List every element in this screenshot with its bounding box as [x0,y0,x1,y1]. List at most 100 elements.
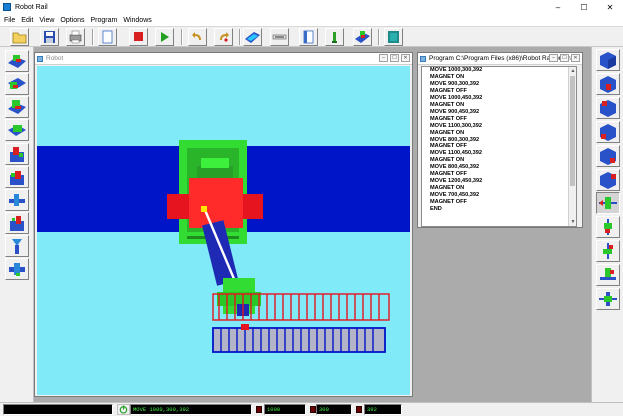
program-line[interactable]: MAGNET ON [422,130,576,137]
rotate-up-icon[interactable] [5,143,29,165]
program-line[interactable]: MAGNET OFF [422,171,576,178]
program-line[interactable]: MAGNET OFF [422,143,576,150]
x-axis-led-icon [256,406,262,413]
view-iso-front-icon[interactable] [5,50,29,72]
camera-bottom-icon[interactable] [596,169,620,191]
power-icon [117,404,130,415]
program-line[interactable]: MAGNET OFF [422,199,576,206]
view-iso-right-icon[interactable] [5,119,29,141]
program-line[interactable]: MAGNET OFF [422,88,576,95]
app-icon [3,3,11,11]
print-icon[interactable] [66,28,85,46]
left-view-toolbar [0,47,34,402]
status-bar: MOVE 1000,300,392 1000 300 392 [0,402,623,416]
view-iso-left-icon[interactable] [5,73,29,95]
x-value: 1000 [267,406,281,413]
robot-scene [37,140,410,353]
run-icon[interactable] [155,28,174,46]
close-button[interactable]: ✕ [597,0,623,14]
scrollbar-thumb[interactable] [570,76,575,186]
program-line[interactable]: MAGNET ON [422,102,576,109]
toolbar-separator [92,29,94,45]
view-iso-back-icon[interactable] [5,96,29,118]
window-title: Robot Rail [15,3,48,11]
scroll-up-icon[interactable]: ▲ [569,67,576,75]
redo-icon[interactable] [214,28,233,46]
program-editor[interactable]: MOVE 1000,300,392 MAGNET ON MOVE 900,300,3… [421,66,577,227]
camera-iso-icon[interactable] [596,49,620,71]
rotate-base-icon[interactable] [596,288,620,310]
blank-page-icon[interactable] [299,28,318,46]
arm-up-icon[interactable] [5,235,29,257]
program-line[interactable]: MOVE 800,300,392 [422,137,576,144]
program-minimize-button[interactable]: – [549,54,558,62]
rotate-right-icon[interactable] [5,212,29,234]
program-lines: MOVE 1000,300,392 MAGNET ON MOVE 900,300,3… [422,67,576,213]
program-maximize-button[interactable]: ☐ [560,54,569,62]
robot-window: Robot – ☐ ✕ [34,52,413,397]
new-program-icon[interactable] [98,28,117,46]
program-line[interactable]: END [422,206,576,213]
rotate-left-icon[interactable] [5,189,29,211]
program-close-button[interactable]: ✕ [571,54,580,62]
title-bar: Robot Rail – ☐ ✕ [0,0,623,14]
save-icon[interactable] [40,28,59,46]
move-axis-x-icon[interactable] [596,192,620,214]
program-line[interactable]: MAGNET OFF [422,116,576,123]
tag-icon[interactable] [384,28,403,46]
stop-icon[interactable] [129,28,148,46]
move-axis-y-icon[interactable] [596,216,620,238]
right-view-toolbar [591,47,623,402]
program-line[interactable]: MOVE 1100,300,392 [422,123,576,130]
status-message-panel [3,404,113,415]
current-command-panel: MOVE 1000,300,392 [130,404,252,415]
program-line[interactable]: MOVE 1000,300,392 [422,67,576,74]
menu-windows[interactable]: Windows [123,17,151,24]
program-line[interactable]: MOVE 1200,450,392 [422,178,576,185]
camera-side-icon[interactable] [596,121,620,143]
menu-bar: File Edit View Options Program Windows [0,14,623,26]
program-line[interactable]: MOVE 1000,450,392 [422,95,576,102]
undo-icon[interactable] [188,28,207,46]
gripper-icon[interactable] [270,28,289,46]
program-line[interactable]: MOVE 1100,450,392 [422,150,576,157]
menu-program[interactable]: Program [91,17,118,24]
minimize-button[interactable]: – [545,0,571,14]
program-window-titlebar[interactable]: Program C:\Program Files (x86)\Robot Rai… [418,53,582,65]
program-line[interactable]: MAGNET ON [422,74,576,81]
menu-file[interactable]: File [4,17,15,24]
robot-3d-viewport[interactable] [37,66,410,395]
program-line[interactable]: MAGNET ON [422,185,576,192]
front-rail [212,327,386,353]
robot-minimize-button[interactable]: – [379,54,388,62]
robot-window-titlebar[interactable]: Robot – ☐ ✕ [35,53,412,65]
rail-view-icon[interactable] [243,28,262,46]
camera-top-icon[interactable] [596,73,620,95]
program-line[interactable]: MOVE 900,450,392 [422,109,576,116]
menu-view[interactable]: View [39,17,54,24]
window-controls: – ☐ ✕ [545,0,623,14]
open-folder-icon[interactable] [10,28,29,46]
rotate-down-icon[interactable] [5,166,29,188]
program-scrollbar[interactable]: ▲ ▼ [568,67,576,226]
camera-back-icon[interactable] [596,145,620,167]
camera-front-icon[interactable] [596,97,620,119]
arm-down-icon[interactable] [5,258,29,280]
rotate-wrist-icon[interactable] [596,264,620,286]
move-axis-z-icon[interactable] [596,240,620,262]
maximize-button[interactable]: ☐ [571,0,597,14]
marker-icon[interactable] [325,28,344,46]
robot-3d-icon[interactable] [353,28,372,46]
current-command: MOVE 1000,300,392 [133,406,190,413]
program-window: Program C:\Program Files (x86)\Robot Rai… [417,52,583,228]
program-line[interactable]: MOVE 700,450,392 [422,192,576,199]
menu-options[interactable]: Options [60,17,84,24]
menu-edit[interactable]: Edit [21,17,33,24]
robot-close-button[interactable]: ✕ [401,54,410,62]
scroll-down-icon[interactable]: ▼ [569,218,576,226]
program-line[interactable]: MAGNET ON [422,157,576,164]
program-line[interactable]: MOVE 800,450,392 [422,164,576,171]
program-line[interactable]: MOVE 900,300,392 [422,81,576,88]
z-value: 392 [367,406,377,413]
robot-maximize-button[interactable]: ☐ [390,54,399,62]
